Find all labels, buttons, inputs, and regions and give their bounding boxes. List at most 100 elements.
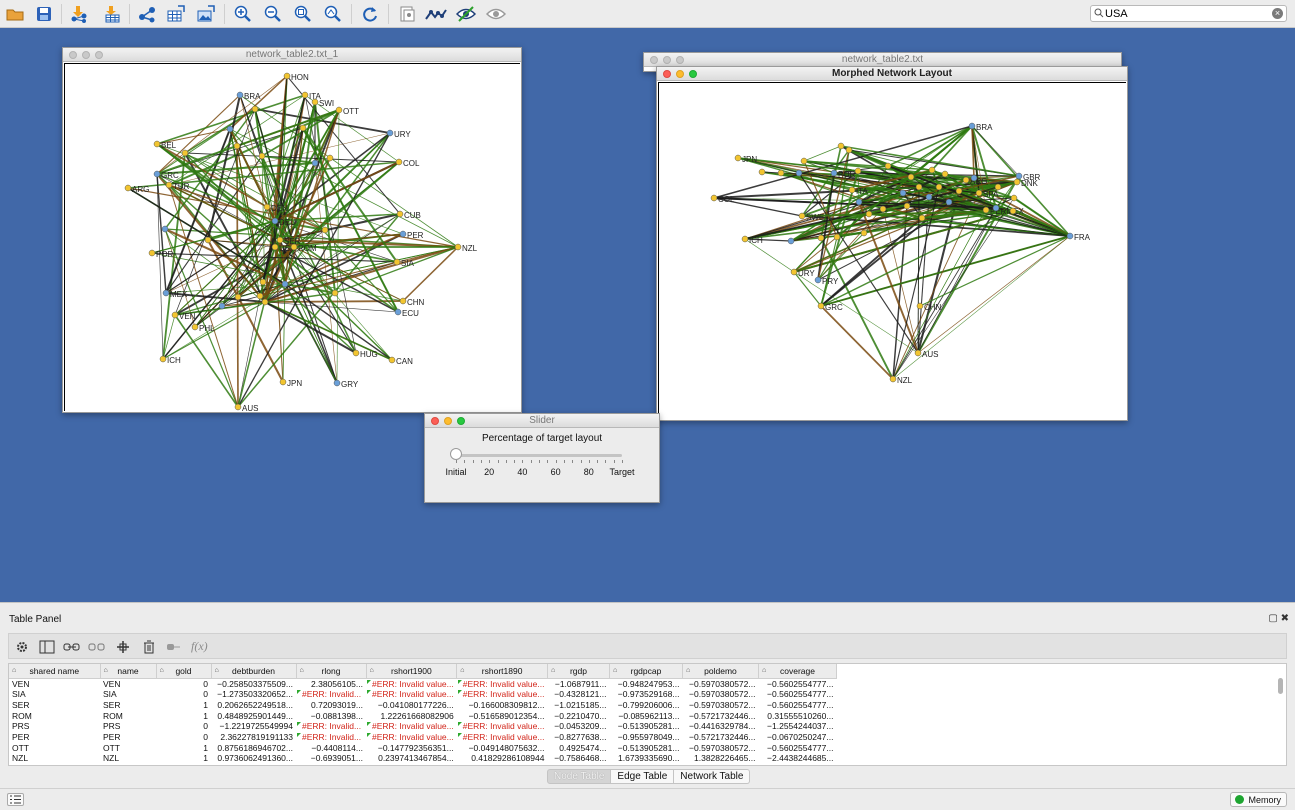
network-node[interactable] <box>259 278 267 286</box>
network-node[interactable] <box>975 189 983 197</box>
table-cell[interactable]: −0.5602554777... <box>758 689 836 700</box>
network-node[interactable] <box>399 230 407 238</box>
table-cell[interactable]: 0 <box>156 732 211 743</box>
network-node[interactable] <box>271 217 279 225</box>
network-node[interactable] <box>399 297 407 305</box>
network-edge[interactable] <box>156 173 164 360</box>
network-node[interactable] <box>204 236 212 244</box>
network-node[interactable] <box>982 206 990 214</box>
table-cell[interactable]: −0.948247953... <box>609 678 682 689</box>
network-node[interactable] <box>271 243 279 251</box>
table-cell[interactable]: 2.36227819191133 <box>211 732 296 743</box>
network-node[interactable] <box>386 129 394 137</box>
network-node[interactable] <box>907 173 915 181</box>
table-cell[interactable]: −0.6939051... <box>296 753 366 764</box>
table-cell[interactable]: −0.4328121... <box>547 689 609 700</box>
table-cell[interactable]: −0.516589012354... <box>457 711 548 722</box>
task-list-button[interactable] <box>7 793 24 806</box>
zoom-selected-icon[interactable] <box>322 3 344 25</box>
float-panel-icon[interactable]: ▢ <box>1268 613 1277 624</box>
network-node[interactable] <box>311 98 319 106</box>
minimize-icon[interactable] <box>676 70 684 78</box>
table-cell[interactable]: −0.147792356351... <box>366 743 457 754</box>
table-row[interactable]: OTT OTT 1 0.8756186946702... −0.4408114... −0… <box>9 743 836 754</box>
network-edge[interactable] <box>254 108 391 134</box>
table-cell[interactable]: 0 <box>156 678 211 689</box>
table-cell[interactable]: SER <box>100 700 156 711</box>
network-node[interactable] <box>191 323 199 331</box>
network-node[interactable] <box>758 168 766 176</box>
table-cell[interactable]: 1 <box>156 743 211 754</box>
column-header[interactable]: ⌂ rshort1890 <box>456 664 548 679</box>
tab-node-table[interactable]: Node Table <box>547 769 612 784</box>
network-node[interactable] <box>396 210 404 218</box>
network-node[interactable] <box>889 375 897 383</box>
network-node[interactable] <box>326 154 334 162</box>
network-node[interactable] <box>854 167 862 175</box>
network-node[interactable] <box>777 169 785 177</box>
table-cell[interactable]: −0.5721732446... <box>682 711 758 722</box>
tab-network-table[interactable]: Network Table <box>674 769 751 784</box>
table-cell[interactable]: −0.973529168... <box>609 689 682 700</box>
network-node[interactable] <box>955 187 963 195</box>
network-node[interactable] <box>925 193 933 201</box>
table-cell[interactable]: −0.5970380572... <box>682 678 758 689</box>
network-edge[interactable] <box>917 207 997 354</box>
network-node[interactable] <box>814 276 822 284</box>
column-header[interactable]: ⌂ rlong <box>296 664 367 679</box>
network-node[interactable] <box>800 157 808 165</box>
network-node[interactable] <box>234 293 242 301</box>
network-node[interactable] <box>855 198 863 206</box>
network-node[interactable] <box>945 198 953 206</box>
import-network-icon[interactable] <box>68 3 90 25</box>
table-cell[interactable]: 1 <box>156 711 211 722</box>
table-cell[interactable]: −0.0453209... <box>547 721 609 732</box>
network-node[interactable] <box>817 234 825 242</box>
zoom-fit-icon[interactable] <box>292 3 314 25</box>
table-cell[interactable]: #ERR: Invalid value... <box>457 721 548 732</box>
network-node[interactable] <box>352 349 360 357</box>
column-header[interactable]: ⌂ coverage <box>758 664 837 679</box>
function-builder-button[interactable]: f(x) <box>191 639 208 654</box>
table-cell[interactable]: SIA <box>100 689 156 700</box>
column-header[interactable]: ⌂ debtburden <box>211 664 297 679</box>
network-node[interactable] <box>741 235 749 243</box>
maximize-icon[interactable] <box>689 70 697 78</box>
show-icon[interactable] <box>485 3 507 25</box>
column-header[interactable]: ⌂ poldemo <box>682 664 759 679</box>
import-table-icon[interactable] <box>101 3 123 25</box>
table-cell[interactable]: −1.0215185... <box>547 700 609 711</box>
memory-button[interactable]: Memory <box>1230 792 1287 807</box>
slider-window[interactable]: Slider Percentage of target layout Initi… <box>424 413 660 503</box>
network-node[interactable] <box>311 159 319 167</box>
table-cell[interactable]: −2.4438244685... <box>758 753 836 764</box>
network-node[interactable] <box>124 184 132 192</box>
network-node[interactable] <box>234 403 242 411</box>
tab-edge-table[interactable]: Edge Table <box>611 769 675 784</box>
table-cell[interactable]: −0.5970380572... <box>682 689 758 700</box>
table-cell[interactable]: 0 <box>156 721 211 732</box>
network-node[interactable] <box>226 125 234 133</box>
table-cell[interactable]: −0.5602554777... <box>758 700 836 711</box>
table-cell[interactable]: ROM <box>9 711 100 722</box>
network-node[interactable] <box>795 169 803 177</box>
network-node[interactable] <box>734 154 742 162</box>
network-node[interactable] <box>1010 194 1018 202</box>
network-node[interactable] <box>263 203 271 211</box>
network-node[interactable] <box>299 124 307 132</box>
table-cell[interactable]: −0.085962113... <box>609 711 682 722</box>
table-row[interactable]: PER PER 0 2.36227819191133 #ERR: Invalid... #… <box>9 732 836 743</box>
network-edge[interactable] <box>917 235 1071 354</box>
table-cell[interactable]: ROM <box>100 711 156 722</box>
network-window-left[interactable]: network_table2.txt_1 HON BRA ITA SWI OTT URY C… <box>62 47 522 413</box>
table-cell[interactable]: −0.5602554777... <box>758 678 836 689</box>
network-node[interactable] <box>962 176 970 184</box>
table-cell[interactable]: #ERR: Invalid value... <box>457 678 548 689</box>
network-node[interactable] <box>161 225 169 233</box>
network-node[interactable] <box>331 289 339 297</box>
network-node[interactable] <box>1015 172 1023 180</box>
network-canvas-left[interactable]: HON BRA ITA SWI OTT URY COL BEL TUR GRC ARG DEN CUB P… <box>64 63 520 411</box>
network-node[interactable] <box>148 249 156 257</box>
search-box[interactable]: × <box>1090 5 1287 22</box>
network-node[interactable] <box>833 233 841 241</box>
